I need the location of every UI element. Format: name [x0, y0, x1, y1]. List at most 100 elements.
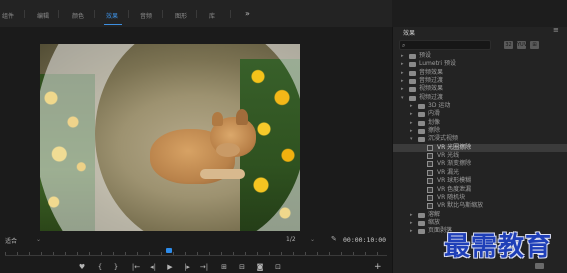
- export-frame-icon[interactable]: ◙: [254, 262, 266, 273]
- tree-effect-row[interactable]: VR 随机块: [393, 194, 567, 202]
- folder-icon: [409, 62, 416, 68]
- fit-dropdown[interactable]: 适合: [5, 236, 17, 245]
- chevron-down-icon[interactable]: ⌄: [310, 236, 315, 243]
- chevron-right-icon[interactable]: ▸: [410, 127, 413, 135]
- tree-folder-row[interactable]: ▸ Lumetri 预设: [393, 60, 567, 68]
- chevron-right-icon[interactable]: ▸: [410, 119, 413, 127]
- tree-effect-row[interactable]: VR 漏光: [393, 169, 567, 177]
- more-workspaces-icon[interactable]: »: [245, 9, 250, 18]
- tree-effect-row[interactable]: VR 球形模糊: [393, 177, 567, 185]
- tree-folder-row[interactable]: ▸ 视频效果: [393, 85, 567, 93]
- playhead-handle[interactable]: [166, 248, 172, 253]
- tree-folder-row[interactable]: ▸ 内滑: [393, 110, 567, 118]
- effects-search-field[interactable]: ⌕: [399, 40, 491, 50]
- tree-folder-row[interactable]: ▸ 擦除: [393, 127, 567, 135]
- workspace-tab-libraries[interactable]: 库: [209, 11, 215, 20]
- chevron-down-icon[interactable]: ▾: [401, 94, 404, 102]
- transition-icon: [427, 153, 433, 160]
- tree-effect-row[interactable]: VR 光线: [393, 152, 567, 160]
- workspace-tab-color[interactable]: 颜色: [72, 11, 84, 20]
- search-input[interactable]: [410, 41, 488, 49]
- panel-title[interactable]: 效果: [403, 28, 415, 37]
- tree-folder-row[interactable]: ▾ 视频过渡: [393, 94, 567, 102]
- tree-effect-row[interactable]: VR 渐变擦除: [393, 160, 567, 168]
- mark-out-icon[interactable]: }: [110, 262, 122, 273]
- playhead-scrubber[interactable]: [0, 247, 392, 261]
- go-to-in-icon[interactable]: |←: [130, 262, 142, 273]
- yuv-effects-icon[interactable]: ⊞: [530, 41, 539, 49]
- transition-icon: [427, 144, 433, 151]
- watermark-logo: 最需教育: [444, 232, 553, 262]
- tree-folder-row[interactable]: ▸ 3D 运动: [393, 102, 567, 110]
- folder-icon: [418, 120, 425, 126]
- scrub-track: [5, 255, 387, 256]
- program-monitor: 适合 ⌄ 1/2 ⌄ ✎ 00:00:10:00 ♥ { } |← ◂| ▶ |…: [0, 27, 392, 273]
- timecode-display: 00:00:10:00: [343, 236, 387, 244]
- tree-folder-row[interactable]: ▸ 音频效果: [393, 69, 567, 77]
- chevron-right-icon[interactable]: ▸: [410, 102, 413, 110]
- step-forward-icon[interactable]: |▸: [181, 262, 193, 273]
- chevron-right-icon[interactable]: ▸: [401, 52, 404, 60]
- tree-folder-row[interactable]: ▾ 沉浸式视频: [393, 135, 567, 143]
- tree-folder-row[interactable]: ▸ 溶解: [393, 211, 567, 219]
- folder-icon: [418, 129, 425, 135]
- 32bit-effects-icon[interactable]: YUV: [517, 41, 527, 49]
- tree-item-label: 溶解: [428, 210, 441, 218]
- workspace-tab-assembly[interactable]: 组件: [2, 11, 14, 20]
- tree-effect-row[interactable]: VR 光圈擦除: [393, 143, 567, 153]
- tree-effect-row[interactable]: VR 色度泄漏: [393, 186, 567, 194]
- tree-item-label: VR 色度泄漏: [437, 185, 472, 193]
- new-bin-icon[interactable]: [535, 263, 544, 269]
- tree-item-label: 内滑: [428, 110, 441, 118]
- flowers-left: [40, 74, 95, 231]
- iris-wipe-overlay: [95, 44, 300, 231]
- video-frame[interactable]: [40, 44, 300, 231]
- chevron-right-icon[interactable]: ▸: [410, 110, 413, 118]
- chevron-right-icon[interactable]: ▸: [410, 219, 413, 227]
- tree-item-label: Lumetri 预设: [419, 60, 456, 68]
- panel-menu-icon[interactable]: ≡: [553, 26, 559, 34]
- step-back-icon[interactable]: ◂|: [147, 262, 159, 273]
- chevron-down-icon[interactable]: ⌄: [36, 236, 41, 243]
- chevron-right-icon[interactable]: ▸: [410, 211, 413, 219]
- comparison-view-icon[interactable]: ⊡: [272, 262, 284, 273]
- workspace-tab-editing[interactable]: 编辑: [37, 11, 49, 20]
- tab-divider: [230, 10, 231, 18]
- tree-item-label: VR 渐变擦除: [437, 160, 472, 168]
- folder-icon: [409, 95, 416, 101]
- chevron-down-icon[interactable]: ▾: [410, 135, 413, 143]
- mark-in-icon[interactable]: {: [94, 262, 106, 273]
- chevron-right-icon[interactable]: ▸: [410, 227, 413, 235]
- add-marker-icon[interactable]: ♥: [76, 262, 88, 273]
- tab-divider: [196, 10, 197, 18]
- lift-icon[interactable]: ⊞: [218, 262, 230, 273]
- folder-icon: [409, 87, 416, 93]
- active-tab-underline: [104, 24, 122, 25]
- tree-folder-row[interactable]: ▸ 划像: [393, 119, 567, 127]
- tree-item-label: VR 随机块: [437, 193, 466, 201]
- workspace-tab-graphics[interactable]: 图形: [175, 11, 187, 20]
- chevron-right-icon[interactable]: ▸: [401, 69, 404, 77]
- chevron-right-icon[interactable]: ▸: [401, 77, 404, 85]
- add-button-icon[interactable]: +: [374, 262, 382, 272]
- tree-item-label: 视频效果: [419, 85, 444, 93]
- folder-icon: [418, 104, 425, 110]
- resolution-dropdown[interactable]: 1/2: [286, 236, 296, 243]
- transition-icon: [427, 186, 433, 193]
- transition-icon: [427, 203, 433, 210]
- workspace-tab-audio[interactable]: 音频: [140, 11, 152, 20]
- extract-icon[interactable]: ⊟: [236, 262, 248, 273]
- chevron-right-icon[interactable]: ▸: [401, 60, 404, 68]
- chevron-right-icon[interactable]: ▸: [401, 85, 404, 93]
- go-to-out-icon[interactable]: →|: [198, 262, 210, 273]
- folder-icon: [418, 229, 425, 235]
- workspace-tab-effects[interactable]: 效果: [106, 11, 118, 20]
- accelerated-effects-icon[interactable]: 32: [504, 41, 513, 49]
- effects-panel-header: 效果 ≡: [393, 26, 567, 37]
- settings-wrench-icon[interactable]: ✎: [331, 235, 337, 243]
- tab-divider: [162, 10, 163, 18]
- tree-effect-row[interactable]: VR 默比乌斯缩放: [393, 202, 567, 210]
- play-icon[interactable]: ▶: [164, 262, 176, 273]
- transition-icon: [427, 169, 433, 176]
- folder-icon: [409, 70, 416, 76]
